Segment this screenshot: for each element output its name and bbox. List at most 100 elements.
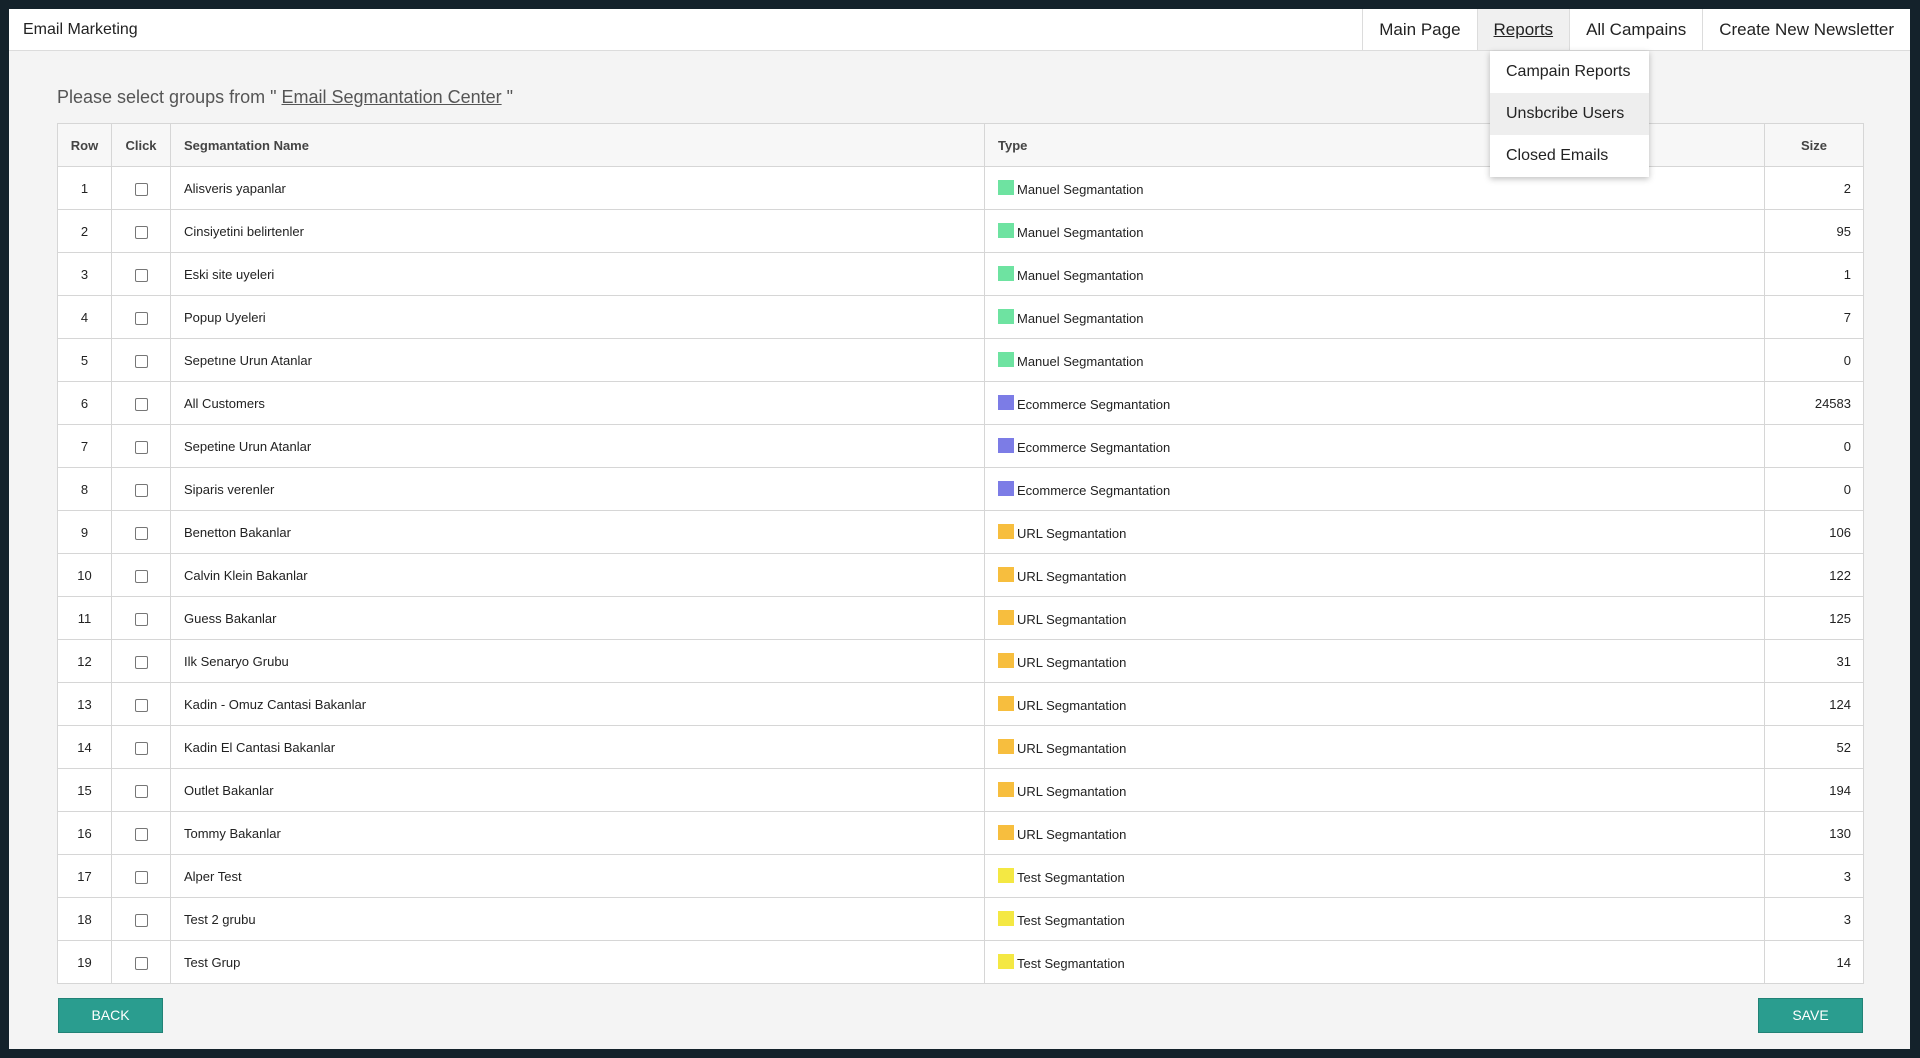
row-select-checkbox[interactable] <box>134 397 148 411</box>
segmentation-size: 24583 <box>1764 381 1864 425</box>
segmentation-name: Ilk Senaryo Grubu <box>170 639 985 683</box>
type-color-swatch <box>998 265 1014 281</box>
segmentation-size: 52 <box>1764 725 1864 769</box>
row-select-cell <box>111 381 171 425</box>
row-select-checkbox[interactable] <box>134 483 148 497</box>
table-row: 19 Test Grup Test Segmantation 14 <box>57 940 1864 984</box>
segmentation-size: 0 <box>1764 424 1864 468</box>
segmentation-name: Benetton Bakanlar <box>170 510 985 554</box>
segmentation-type: URL Segmantation <box>1017 740 1127 756</box>
row-select-checkbox[interactable] <box>134 827 148 841</box>
segmentation-type: Manuel Segmantation <box>1017 353 1144 369</box>
row-select-checkbox[interactable] <box>134 311 148 325</box>
table-row: 5 Sepetıne Urun Atanlar Manuel Segmantatio… <box>57 338 1864 382</box>
segmentation-name: Alper Test <box>170 854 985 898</box>
row-select-checkbox[interactable] <box>134 182 148 196</box>
row-number: 17 <box>57 854 112 898</box>
row-select-checkbox[interactable] <box>134 354 148 368</box>
row-select-cell <box>111 682 171 726</box>
row-number: 19 <box>57 940 112 984</box>
row-select-cell <box>111 295 171 339</box>
segmentation-type: URL Segmantation <box>1017 611 1127 627</box>
row-select-checkbox[interactable] <box>134 526 148 540</box>
segmentation-type-cell: Test Segmantation <box>984 854 1765 898</box>
row-select-cell <box>111 510 171 554</box>
segmentation-size: 14 <box>1764 940 1864 984</box>
segmentation-type-cell: URL Segmantation <box>984 682 1765 726</box>
segmentation-name: Kadin - Omuz Cantasi Bakanlar <box>170 682 985 726</box>
table-body: 1 Alisveris yapanlar Manuel Segmantation 2 2… <box>57 166 1864 984</box>
row-select-checkbox[interactable] <box>134 956 148 970</box>
nav-reports[interactable]: Reports <box>1476 9 1570 50</box>
table-row: 3 Eski site uyeleri Manuel Segmantation 1 <box>57 252 1864 296</box>
segmentation-type-cell: Ecommerce Segmantation <box>984 424 1765 468</box>
row-select-cell <box>111 639 171 683</box>
menu-item-unsubscribe-users[interactable]: Unsbcribe Users <box>1490 93 1649 135</box>
row-select-cell <box>111 338 171 382</box>
segmentation-name: Sepetine Urun Atanlar <box>170 424 985 468</box>
menu-item-campain-reports[interactable]: Campain Reports <box>1490 51 1649 93</box>
type-color-swatch <box>998 437 1014 453</box>
row-select-checkbox[interactable] <box>134 913 148 927</box>
segmentation-center-link[interactable]: Email Segmantation Center <box>282 87 502 107</box>
row-select-checkbox[interactable] <box>134 698 148 712</box>
row-number: 18 <box>57 897 112 941</box>
back-button[interactable]: BACK <box>58 998 163 1033</box>
segmentation-name: Alisveris yapanlar <box>170 166 985 210</box>
row-select-checkbox[interactable] <box>134 784 148 798</box>
type-color-swatch <box>998 609 1014 625</box>
row-number: 1 <box>57 166 112 210</box>
app-window: Email Marketing Main Page Reports All Ca… <box>9 9 1910 1049</box>
segmentation-type-cell: Ecommerce Segmantation <box>984 381 1765 425</box>
row-select-cell <box>111 768 171 812</box>
row-number: 2 <box>57 209 112 253</box>
row-select-checkbox[interactable] <box>134 870 148 884</box>
row-select-checkbox[interactable] <box>134 655 148 669</box>
table-row: 11 Guess Bakanlar URL Segmantation 125 <box>57 596 1864 640</box>
row-select-checkbox[interactable] <box>134 225 148 239</box>
segmentation-type-cell: Manuel Segmantation <box>984 209 1765 253</box>
table-row: 16 Tommy Bakanlar URL Segmantation 130 <box>57 811 1864 855</box>
segmentation-name: Tommy Bakanlar <box>170 811 985 855</box>
segmentation-size: 106 <box>1764 510 1864 554</box>
nav-all-campains[interactable]: All Campains <box>1569 9 1702 50</box>
main-nav: Main Page Reports All Campains Create Ne… <box>1362 9 1910 50</box>
segmentation-name: Outlet Bakanlar <box>170 768 985 812</box>
table-row: 4 Popup Uyeleri Manuel Segmantation 7 <box>57 295 1864 339</box>
table-row: 6 All Customers Ecommerce Segmantation 2458… <box>57 381 1864 425</box>
save-button[interactable]: SAVE <box>1758 998 1863 1033</box>
row-select-checkbox[interactable] <box>134 741 148 755</box>
table-row: 9 Benetton Bakanlar URL Segmantation 106 <box>57 510 1864 554</box>
row-select-checkbox[interactable] <box>134 569 148 583</box>
segmentation-type: URL Segmantation <box>1017 826 1127 842</box>
segmentation-type-cell: URL Segmantation <box>984 639 1765 683</box>
type-color-swatch <box>998 652 1014 668</box>
table-row: 12 Ilk Senaryo Grubu URL Segmantation 31 <box>57 639 1864 683</box>
nav-main-page[interactable]: Main Page <box>1362 9 1476 50</box>
row-select-checkbox[interactable] <box>134 440 148 454</box>
segmentation-type-cell: Manuel Segmantation <box>984 295 1765 339</box>
table-row: 7 Sepetine Urun Atanlar Ecommerce Segmanta… <box>57 424 1864 468</box>
type-color-swatch <box>998 566 1014 582</box>
row-number: 12 <box>57 639 112 683</box>
instruction-prefix: Please select groups from " <box>57 87 282 107</box>
segmentation-size: 3 <box>1764 897 1864 941</box>
row-number: 4 <box>57 295 112 339</box>
type-color-swatch <box>998 824 1014 840</box>
row-select-checkbox[interactable] <box>134 268 148 282</box>
row-number: 16 <box>57 811 112 855</box>
type-color-swatch <box>998 953 1014 969</box>
segmentation-type-cell: URL Segmantation <box>984 596 1765 640</box>
segmentation-size: 125 <box>1764 596 1864 640</box>
menu-item-closed-emails[interactable]: Closed Emails <box>1490 135 1649 177</box>
row-select-checkbox[interactable] <box>134 612 148 626</box>
nav-create-new-newsletter[interactable]: Create New Newsletter <box>1702 9 1910 50</box>
segmentation-type: Test Segmantation <box>1017 912 1125 928</box>
table-row: 15 Outlet Bakanlar URL Segmantation 194 <box>57 768 1864 812</box>
row-select-cell <box>111 725 171 769</box>
segmentation-table: Row Click Segmantation Name Type Size 1A… <box>57 123 1864 984</box>
row-number: 6 <box>57 381 112 425</box>
segmentation-name: Test Grup <box>170 940 985 984</box>
segmentation-name: Siparis verenler <box>170 467 985 511</box>
type-color-swatch <box>998 738 1014 754</box>
